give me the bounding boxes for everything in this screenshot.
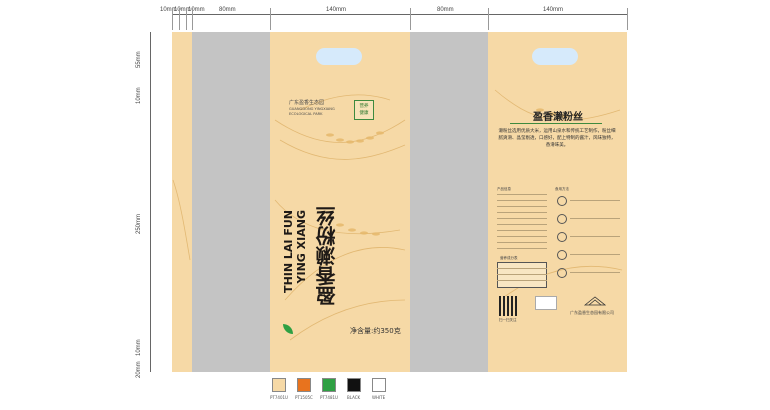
company-name: 广东盈香生态园有限公司: [570, 310, 614, 315]
nutrition-row: [497, 268, 547, 269]
dim-left-3: 250mm: [136, 213, 142, 234]
left-dimension-line: [150, 32, 151, 372]
dim-top-4: 80mm: [219, 7, 236, 13]
dim-left-4: 10mm: [136, 339, 142, 356]
packaging-dieline: 10mm 10mm 10mm 80mm 140mm 80mm 140mm 55m…: [0, 0, 770, 410]
swatch-label-black: BLACK: [347, 395, 361, 400]
guide: [192, 8, 193, 30]
step-line: [570, 200, 620, 201]
swatch-label-orange: PT1505C: [295, 395, 313, 400]
swatch-label-white: WHITE: [372, 395, 386, 400]
gusset-gray-right: [410, 32, 488, 372]
dim-left-5: 20mm: [136, 361, 142, 378]
swatch-cream: [272, 378, 286, 392]
nutrition-table: [497, 262, 547, 288]
brand-logo-icon: [584, 296, 606, 306]
brand-cn: 广东盈香生态园: [289, 100, 325, 106]
product-title-en-1: YING XIANG: [295, 210, 308, 284]
dim-left-2: 10mm: [136, 87, 142, 104]
step-5-icon: [557, 268, 567, 278]
dim-top-5: 140mm: [326, 7, 347, 13]
front-brand: 广东盈香生态园 GUANGDONG YINGXIANG ECOLOGICAL P…: [289, 100, 335, 117]
swatch-black: [347, 378, 361, 392]
step-2-icon: [557, 214, 567, 224]
guide: [627, 8, 628, 30]
health-badge: 营养 健康: [354, 100, 374, 120]
product-info-label: 产品信息: [497, 187, 511, 191]
step-1-icon: [557, 196, 567, 206]
barcode-box: [535, 296, 557, 310]
front-panel: [270, 32, 410, 372]
info-row: [497, 248, 547, 249]
nutrition-row: [497, 280, 547, 281]
guide: [186, 8, 187, 30]
guide: [270, 8, 271, 30]
dim-top-7: 140mm: [543, 7, 564, 13]
guide: [172, 8, 173, 30]
step-4-icon: [557, 250, 567, 260]
step-line: [570, 272, 620, 273]
top-dimension-line: [172, 14, 627, 15]
step-line: [570, 254, 620, 255]
info-row: [497, 200, 547, 201]
back-title: 盈香濑粉丝: [533, 112, 583, 123]
info-row: [497, 206, 547, 207]
dim-left-1: 55mm: [136, 51, 142, 68]
info-row: [497, 212, 547, 213]
brand-en-2: ECOLOGICAL PARK: [289, 112, 323, 116]
net-weight: 净含量:约350克: [350, 327, 401, 335]
swatch-orange: [297, 378, 311, 392]
info-row: [497, 218, 547, 219]
swatch-label-cream: PT7401U: [270, 395, 288, 400]
dim-top-6: 80mm: [437, 7, 454, 13]
nutrition-row: [497, 274, 547, 275]
back-intro: 濑粉丝选用优质大米，运用山泉水和传统工艺制作，粉丝细腻爽滑、晶莹剔透，口感好，配…: [498, 129, 616, 148]
info-row: [497, 194, 547, 195]
step-line: [570, 236, 620, 237]
back-title-underline: [510, 123, 602, 124]
guide: [179, 8, 180, 30]
handle-hole-back: [532, 48, 578, 65]
info-row: [497, 230, 547, 231]
step-3-icon: [557, 232, 567, 242]
info-row: [497, 236, 547, 237]
info-row: [497, 242, 547, 243]
side-gusset-left-cream: [172, 32, 192, 372]
swatch-label-green: PT7481U: [320, 395, 338, 400]
swatch-green: [322, 378, 336, 392]
qr-code: [499, 296, 519, 316]
handle-hole-front: [316, 48, 362, 65]
dim-top-3: 10mm: [188, 7, 205, 13]
product-title-cn: 盈香濑粉丝: [315, 206, 339, 306]
guide: [488, 8, 489, 30]
gusset-gray-left: [192, 32, 270, 372]
guide: [410, 8, 411, 30]
cook-label: 食用方法: [555, 187, 569, 191]
product-title-en-2: THIN LAI FUN: [282, 210, 295, 293]
info-row: [497, 224, 547, 225]
step-line: [570, 218, 620, 219]
swatch-white: [372, 378, 386, 392]
qr-label: 扫一扫关注: [499, 318, 517, 322]
nutrition-label: 营养成分表: [500, 256, 518, 260]
